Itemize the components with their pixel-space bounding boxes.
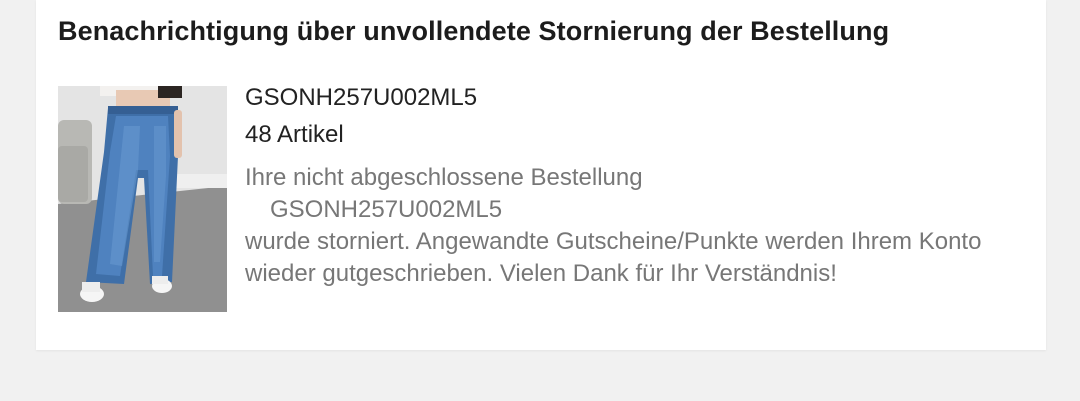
- message-line: Ihre nicht abgeschlossene Bestellung: [245, 164, 643, 191]
- notification-message: Ihre nicht abgeschlossene Bestellung GSO…: [245, 162, 1035, 290]
- notification-title: Benachrichtigung über unvollendete Storn…: [58, 16, 890, 46]
- order-id: GSONH257U002ML5: [245, 84, 478, 111]
- message-order-id: GSONH257U002ML5: [270, 196, 503, 223]
- message-line: wurde storniert. Angewandte Gutscheine/P…: [245, 228, 982, 255]
- product-thumbnail[interactable]: [58, 86, 227, 312]
- message-line: wieder gutgeschrieben. Vielen Dank für I…: [245, 260, 837, 287]
- item-count: 48 Artikel: [245, 121, 344, 148]
- jeans-product-image: [58, 86, 227, 312]
- notification-info: GSONH257U002ML5 48 Artikel Ihre nicht ab…: [245, 83, 1035, 290]
- notification-card[interactable]: Benachrichtigung über unvollendete Storn…: [36, 0, 1046, 350]
